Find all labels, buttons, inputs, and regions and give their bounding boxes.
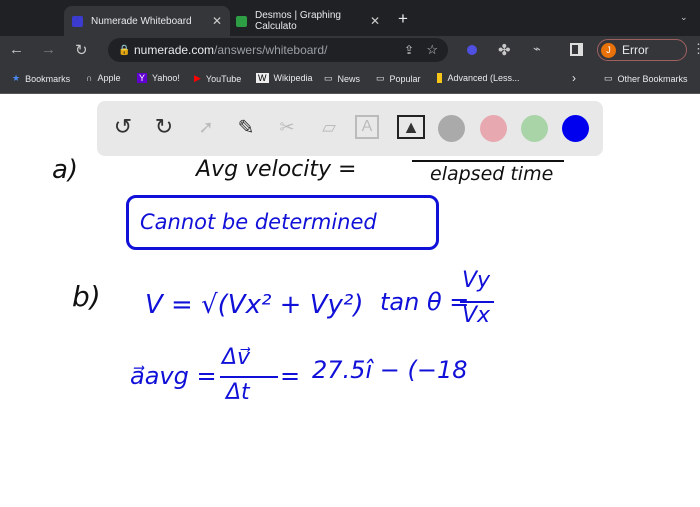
pen-icon[interactable]: ✎ — [232, 113, 260, 141]
tools-icon[interactable]: ✂ — [273, 113, 301, 141]
close-tab-icon[interactable]: ✕ — [212, 14, 222, 28]
color-green[interactable] — [521, 115, 548, 142]
more-bookmarks-chevron-icon[interactable]: › — [572, 71, 576, 85]
equals-sign: = — [280, 362, 301, 390]
extension-icon[interactable] — [467, 45, 477, 55]
folder-icon: ▭ — [324, 73, 333, 83]
part-a-label: a) — [52, 155, 79, 185]
tab-title: Numerade Whiteboard — [91, 15, 192, 27]
puzzle-extensions-icon[interactable]: ✤ — [498, 41, 511, 59]
bookmark-apple[interactable]: ∩ Apple — [86, 73, 121, 83]
url-path: /answers/whiteboard/ — [214, 43, 328, 57]
avg-acceleration-label: a⃗avg = — [130, 362, 217, 390]
delta-v-numerator: Δv⃗ — [222, 345, 251, 370]
bookmark-label: Other Bookmarks — [617, 73, 688, 84]
tab-numerade[interactable]: Numerade Whiteboard ✕ — [64, 6, 230, 36]
color-blue-selected[interactable] — [562, 115, 589, 142]
bookmark-yahoo[interactable]: Y Yahoo! — [137, 73, 180, 83]
bookmark-wikipedia[interactable]: W Wikipedia — [256, 73, 313, 83]
bookmarks-bar: ★ Bookmarks ∩ Apple Y Yahoo! ▶ YouTube W Wiki… — [0, 64, 700, 94]
side-panel-icon[interactable] — [570, 43, 583, 56]
vx-denominator: Vx — [462, 303, 491, 328]
profile-button[interactable]: J Error — [597, 39, 687, 61]
browser-toolbar: ← → ↻ 🔒 numerade.com/answers/whiteboard/… — [0, 36, 700, 64]
bookmark-news[interactable]: ▭ News — [324, 73, 360, 84]
bookmark-bookmarks[interactable]: ★ Bookmarks — [12, 73, 70, 84]
text-icon[interactable]: A — [355, 115, 379, 139]
bookmark-label: News — [337, 73, 361, 84]
bookmark-youtube[interactable]: ▶ YouTube — [194, 73, 241, 84]
url-host: numerade.com — [134, 43, 215, 57]
color-pink[interactable] — [480, 115, 507, 142]
share-icon[interactable]: ⇪ — [404, 43, 414, 57]
menu-icon[interactable]: ⋮ — [692, 41, 700, 57]
redo-icon[interactable]: ↻ — [150, 113, 178, 141]
bookmark-label: Yahoo! — [152, 73, 180, 83]
bookmark-other[interactable]: ▭ Other Bookmarks — [604, 73, 688, 84]
note-icon: ■ — [437, 73, 443, 83]
vy-numerator: Vy — [462, 268, 491, 293]
bookmark-advanced[interactable]: ■ Advanced (Less... — [437, 73, 519, 83]
part-b-label: b) — [72, 280, 101, 313]
image-icon[interactable]: ▲ — [397, 115, 425, 139]
avg-velocity-text: Avg velocity = — [196, 157, 357, 182]
bookmark-label: Popular — [389, 73, 421, 84]
whiteboard-toolbar: ↺ ↻ ➚ ✎ ✂ ▱ A ▲ — [97, 101, 603, 156]
lock-icon: 🔒 — [118, 44, 131, 56]
numerade-favicon-icon — [72, 15, 83, 27]
answer-a-text: Cannot be determined — [140, 210, 377, 234]
profile-status: Error — [622, 43, 649, 57]
bookmark-label: Advanced (Less... — [447, 73, 520, 83]
bookmark-popular[interactable]: ▭ Popular — [376, 73, 421, 84]
apple-icon: ∩ — [86, 73, 93, 83]
delta-t-denominator: Δt — [226, 380, 250, 405]
tab-title: Desmos | Graphing Calculato — [255, 10, 341, 32]
address-bar[interactable]: 🔒 numerade.com/answers/whiteboard/ ⇪ ☆ — [108, 38, 448, 62]
bookmark-label: Bookmarks — [25, 73, 71, 84]
star-icon: ★ — [12, 73, 21, 83]
youtube-icon: ▶ — [194, 73, 201, 83]
select-pointer-icon[interactable]: ➚ — [192, 113, 220, 141]
new-tab-button[interactable]: + — [398, 9, 408, 29]
avatar: J — [601, 42, 616, 58]
tab-desmos[interactable]: Desmos | Graphing Calculato ✕ — [228, 6, 388, 36]
fraction-line — [412, 160, 564, 162]
acceleration-value: 27.5î − (−18 — [312, 356, 468, 384]
undo-icon[interactable]: ↺ — [109, 113, 137, 141]
yahoo-icon: Y — [137, 73, 148, 83]
eraser-icon[interactable]: ▱ — [315, 113, 343, 141]
bookmark-label: Wikipedia — [273, 73, 313, 83]
bookmark-label: YouTube — [205, 73, 242, 84]
folder-icon: ▭ — [376, 73, 385, 83]
cast-icon[interactable]: ⌁ — [533, 41, 541, 57]
back-icon[interactable]: ← — [9, 41, 24, 58]
tab-search-chevron-icon[interactable]: ⌄ — [680, 12, 688, 23]
color-gray[interactable] — [438, 115, 465, 142]
bookmark-label: Apple — [97, 73, 121, 83]
reload-icon[interactable]: ↻ — [75, 41, 88, 59]
folder-icon: ▭ — [604, 73, 613, 83]
accel-fraction-line — [220, 376, 278, 378]
close-tab-icon[interactable]: ✕ — [370, 14, 380, 28]
speed-formula: V = √(Vx² + Vy²) — [145, 290, 364, 320]
tan-formula: tan θ = — [380, 288, 470, 316]
bookmark-star-icon[interactable]: ☆ — [426, 42, 438, 58]
wikipedia-icon: W — [256, 73, 269, 83]
forward-icon[interactable]: → — [41, 41, 56, 58]
tab-strip: Numerade Whiteboard ✕ Desmos | Graphing … — [0, 0, 700, 36]
desmos-favicon-icon — [236, 15, 247, 27]
elapsed-time-text: elapsed time — [430, 163, 554, 185]
